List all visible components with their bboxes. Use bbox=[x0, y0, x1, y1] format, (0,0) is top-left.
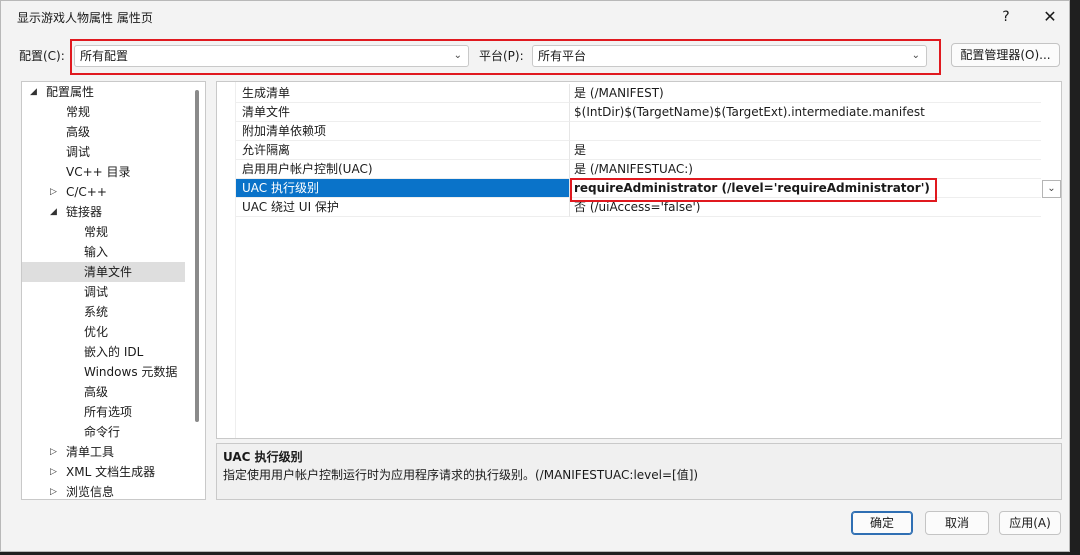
property-name: UAC 执行级别 bbox=[236, 179, 569, 198]
tree-item[interactable]: 高级 bbox=[22, 382, 185, 402]
property-grid: 生成清单是 (/MANIFEST) 清单文件 $(IntDir)$(TargetNa… bbox=[216, 81, 1062, 439]
tree-item-label: 链接器 bbox=[66, 205, 103, 219]
tree-item-label: 高级 bbox=[66, 125, 91, 139]
expanded-arrow-icon[interactable]: ◢ bbox=[30, 82, 42, 102]
tree-item[interactable]: ▷ 浏览信息 bbox=[22, 482, 185, 499]
tree-item-label: 配置属性 bbox=[46, 85, 95, 99]
help-button[interactable]: ? bbox=[989, 5, 1023, 29]
tree-item-label: 常规 bbox=[66, 105, 91, 119]
property-value[interactable]: $(IntDir)$(TargetName)$(TargetExt).inter… bbox=[569, 103, 1041, 122]
tree-item-label: 清单文件 bbox=[84, 265, 133, 279]
property-value[interactable]: 是 (/MANIFEST) bbox=[569, 84, 1041, 103]
tree-item[interactable]: ▷ C/C++ bbox=[22, 182, 185, 202]
property-name: 允许隔离 bbox=[236, 141, 569, 160]
tree-item[interactable]: 所有选项 bbox=[22, 402, 185, 422]
property-row[interactable]: 生成清单是 (/MANIFEST) bbox=[217, 84, 1061, 103]
collapsed-arrow-icon[interactable]: ▷ bbox=[50, 482, 62, 499]
tree-item-label: 输入 bbox=[84, 245, 109, 259]
collapsed-arrow-icon[interactable]: ▷ bbox=[50, 442, 62, 462]
tree-item[interactable]: Windows 元数据 bbox=[22, 362, 185, 382]
description-panel: UAC 执行级别 指定使用用户帐户控制运行时为应用程序请求的执行级别。(/MAN… bbox=[216, 443, 1062, 500]
tree-item[interactable]: 高级 bbox=[22, 122, 185, 142]
property-name: 清单文件 bbox=[236, 103, 569, 122]
tree-item[interactable]: 嵌入的 IDL bbox=[22, 342, 185, 362]
property-pages-window: 显示游戏人物属性 属性页 ? ✕ 配置(C): 所有配置 ⌄ 平台(P): 所有… bbox=[0, 0, 1070, 552]
window-title: 显示游戏人物属性 属性页 bbox=[17, 11, 153, 25]
tree-item[interactable]: 系统 bbox=[22, 302, 185, 322]
tree-item-label: 所有选项 bbox=[84, 405, 133, 419]
expanded-arrow-icon[interactable]: ◢ bbox=[50, 202, 62, 222]
highlight-box-uac bbox=[570, 178, 937, 202]
close-button[interactable]: ✕ bbox=[1033, 5, 1067, 29]
title-bar: 显示游戏人物属性 属性页 ? ✕ bbox=[1, 1, 1069, 33]
tree-item[interactable]: 调试 bbox=[22, 142, 185, 162]
tree-item[interactable]: ◢ 链接器 bbox=[22, 202, 185, 222]
tree-item-label: VC++ 目录 bbox=[66, 165, 131, 179]
tree-item[interactable]: 清单文件 bbox=[22, 262, 185, 282]
tree-item[interactable]: 输入 bbox=[22, 242, 185, 262]
configuration-label: 配置(C): bbox=[19, 49, 65, 63]
property-name: 生成清单 bbox=[236, 84, 569, 103]
property-row[interactable]: 允许隔离是 bbox=[217, 141, 1061, 160]
tree-item[interactable]: 优化 bbox=[22, 322, 185, 342]
tree-item-label: 调试 bbox=[66, 145, 91, 159]
value-dropdown-button[interactable]: ⌄ bbox=[1042, 180, 1061, 198]
tree-item-label: 优化 bbox=[84, 325, 109, 339]
collapsed-arrow-icon[interactable]: ▷ bbox=[50, 182, 62, 202]
tree-item[interactable]: 命令行 bbox=[22, 422, 185, 442]
property-name: UAC 绕过 UI 保护 bbox=[236, 198, 569, 217]
tree-item-label: C/C++ bbox=[66, 185, 107, 199]
tree-item[interactable]: ◢ 配置属性 bbox=[22, 82, 185, 102]
property-value[interactable]: 是 (/MANIFESTUAC:) bbox=[569, 160, 1041, 179]
collapsed-arrow-icon[interactable]: ▷ bbox=[50, 462, 62, 482]
tree-item[interactable]: VC++ 目录 bbox=[22, 162, 185, 182]
tree-item-label: Windows 元数据 bbox=[84, 365, 178, 379]
tree-item[interactable]: 常规 bbox=[22, 102, 185, 122]
tree-item-label: 高级 bbox=[84, 385, 109, 399]
highlight-box-config bbox=[70, 39, 941, 75]
property-value[interactable] bbox=[569, 122, 1041, 141]
tree-item-label: 系统 bbox=[84, 305, 109, 319]
tree-item-label: 命令行 bbox=[84, 425, 121, 439]
property-row[interactable]: 清单文件 $(IntDir)$(TargetName)$(TargetExt).i… bbox=[217, 103, 1061, 122]
tree-item[interactable]: 常规 bbox=[22, 222, 185, 242]
configuration-manager-button[interactable]: 配置管理器(O)... bbox=[951, 43, 1060, 67]
tree-item-label: 调试 bbox=[84, 285, 109, 299]
ok-button[interactable]: 确定 bbox=[851, 511, 913, 535]
description-text: 指定使用用户帐户控制运行时为应用程序请求的执行级别。(/MANIFESTUAC:… bbox=[223, 468, 699, 482]
description-title: UAC 执行级别 bbox=[223, 450, 303, 464]
tree-item-label: XML 文档生成器 bbox=[66, 465, 156, 479]
tree-item-label: 嵌入的 IDL bbox=[84, 345, 144, 359]
tree-item-label: 清单工具 bbox=[66, 445, 115, 459]
apply-button[interactable]: 应用(A) bbox=[999, 511, 1061, 535]
tree-item[interactable]: 调试 bbox=[22, 282, 185, 302]
tree-item[interactable]: ▷ 清单工具 bbox=[22, 442, 185, 462]
property-row[interactable]: 启用用户帐户控制(UAC) 是 (/MANIFESTUAC:) bbox=[217, 160, 1061, 179]
property-name: 启用用户帐户控制(UAC) bbox=[236, 160, 569, 179]
property-name: 附加清单依赖项 bbox=[236, 122, 569, 141]
property-value[interactable]: 是 bbox=[569, 141, 1041, 160]
tree-item-label: 常规 bbox=[84, 225, 109, 239]
tree-scrollbar[interactable] bbox=[195, 90, 199, 422]
tree-item-label: 浏览信息 bbox=[66, 485, 115, 499]
property-tree: ◢ 配置属性 常规 高级 调试 VC++ 目录 ▷ C/C++ ◢ 链接器 常规 输入 清单文件 调试 系统… bbox=[21, 81, 206, 500]
tree-item[interactable]: ▷ XML 文档生成器 bbox=[22, 462, 185, 482]
cancel-button[interactable]: 取消 bbox=[925, 511, 989, 535]
property-row[interactable]: 附加清单依赖项 bbox=[217, 122, 1061, 141]
